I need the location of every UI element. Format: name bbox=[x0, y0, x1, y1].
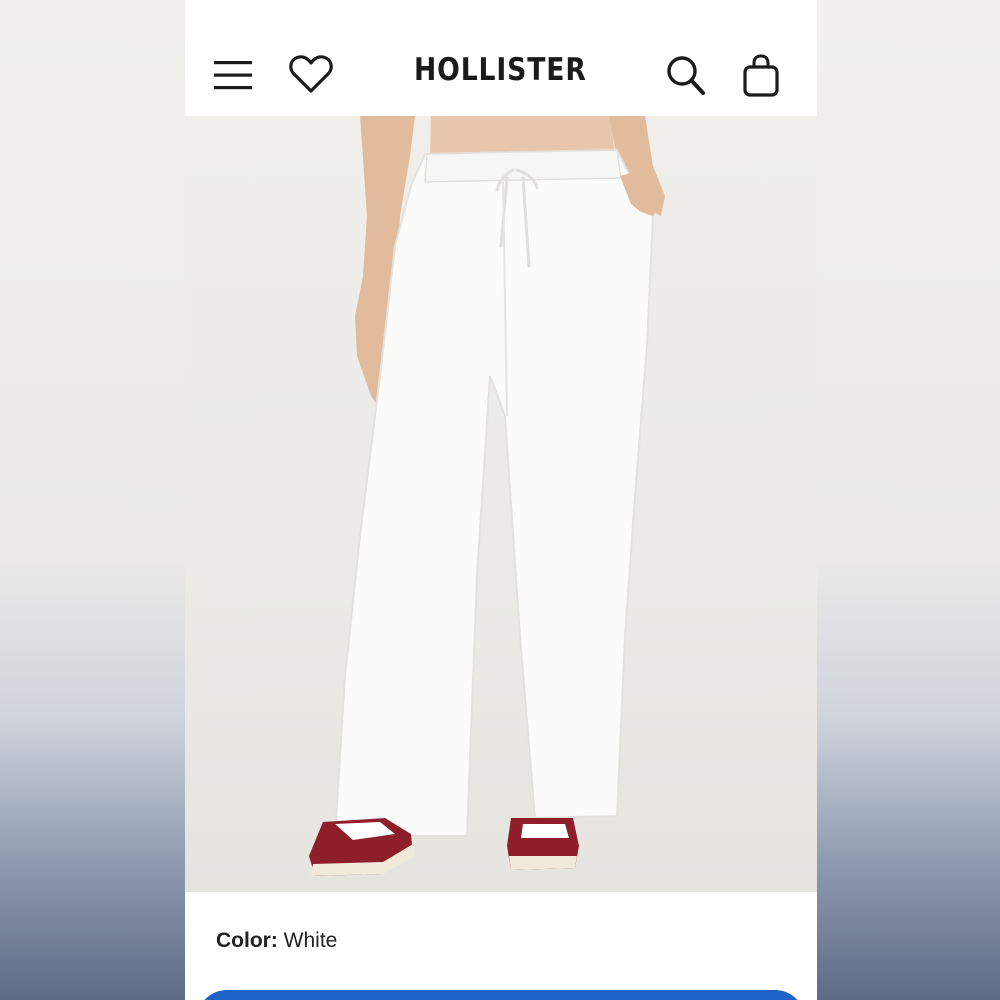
heart-icon[interactable] bbox=[288, 53, 334, 95]
color-label: Color: bbox=[216, 929, 278, 952]
color-value: White bbox=[283, 929, 338, 952]
phone-screen: HOLLISTER Color: White bbox=[185, 0, 817, 1000]
product-image[interactable] bbox=[185, 116, 817, 892]
brand-logo[interactable]: HOLLISTER bbox=[414, 52, 586, 88]
blurred-background-right bbox=[817, 0, 1000, 1000]
search-icon[interactable] bbox=[665, 53, 707, 97]
site-header: HOLLISTER bbox=[185, 0, 817, 116]
blurred-background-left bbox=[0, 0, 185, 1000]
shopping-bag-icon[interactable] bbox=[741, 54, 781, 98]
add-to-bag-button[interactable] bbox=[197, 990, 805, 1000]
menu-icon[interactable] bbox=[213, 58, 253, 92]
color-selector-label: Color: White bbox=[216, 929, 337, 953]
